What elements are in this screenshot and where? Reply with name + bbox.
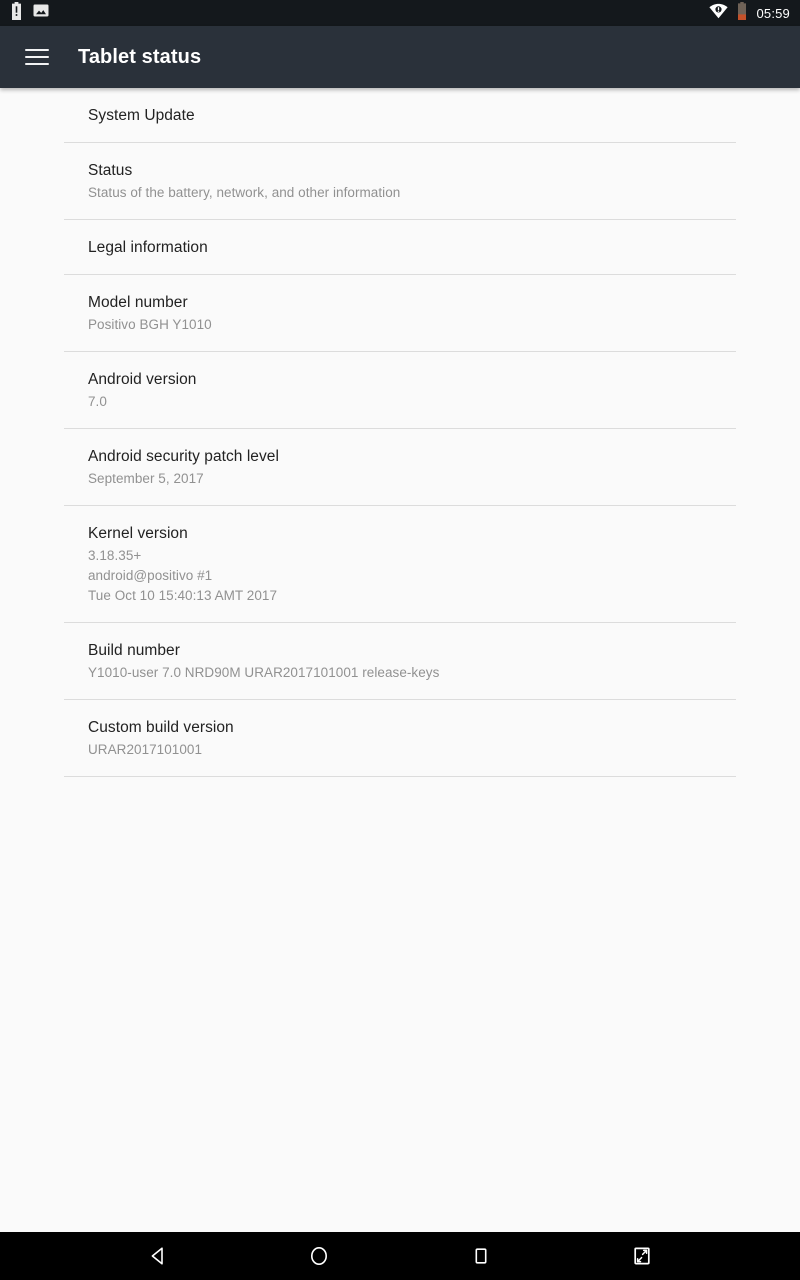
settings-row-subtitle-line: android@positivo #1 xyxy=(88,568,213,583)
back-button[interactable] xyxy=(130,1232,186,1280)
settings-row-subtitle-line: September 5, 2017 xyxy=(88,471,204,486)
settings-row-title: System Update xyxy=(88,107,195,124)
settings-row[interactable]: Legal information xyxy=(0,220,800,274)
settings-row[interactable]: System Update xyxy=(0,88,800,142)
status-bar-right-icons: 05:59 xyxy=(709,1,790,25)
settings-row-subtitle: 3.18.35+ android@positivo #1 Tue Oct 10 15… xyxy=(88,546,736,606)
settings-row[interactable]: Custom build version URAR2017101001 xyxy=(0,700,800,776)
wifi-no-internet-icon xyxy=(709,3,729,24)
tablet-screen: 05:59 Tablet status System Update Status S… xyxy=(0,0,800,1280)
settings-row[interactable]: Android security patch level September 5,… xyxy=(0,429,800,505)
back-triangle-icon xyxy=(151,1247,163,1265)
list-divider xyxy=(64,776,736,777)
settings-row-title: Custom build version xyxy=(88,719,234,736)
settings-row-subtitle-line: 7.0 xyxy=(88,394,107,409)
settings-row[interactable]: Build number Y1010-user 7.0 NRD90M URAR20… xyxy=(0,623,800,699)
settings-row-subtitle-line: Tue Oct 10 15:40:13 AMT 2017 xyxy=(88,588,278,603)
recents-button[interactable] xyxy=(453,1232,509,1280)
settings-row-subtitle: Status of the battery, network, and othe… xyxy=(88,183,736,203)
recents-square-icon xyxy=(475,1248,487,1264)
settings-row-title: Android security patch level xyxy=(88,448,279,465)
settings-row-subtitle: 7.0 xyxy=(88,392,736,412)
settings-row-title: Status xyxy=(88,162,133,179)
settings-row-subtitle-line: Y1010-user 7.0 NRD90M URAR2017101001 rel… xyxy=(88,665,440,680)
settings-row-title: Model number xyxy=(88,294,188,311)
status-bar-clock: 05:59 xyxy=(756,5,790,21)
system-navigation-bar xyxy=(0,1232,800,1280)
hamburger-menu-icon[interactable] xyxy=(14,34,60,80)
settings-row-subtitle-line: Positivo BGH Y1010 xyxy=(88,317,212,332)
settings-row-subtitle: Y1010-user 7.0 NRD90M URAR2017101001 rel… xyxy=(88,663,736,683)
screenshot-icon xyxy=(634,1247,650,1265)
settings-row[interactable]: Status Status of the battery, network, an… xyxy=(0,143,800,219)
settings-row[interactable]: Android version 7.0 xyxy=(0,352,800,428)
settings-row-subtitle: Positivo BGH Y1010 xyxy=(88,315,736,335)
battery-low-icon xyxy=(737,1,747,25)
settings-row-title: Android version xyxy=(88,371,197,388)
screenshot-notification-icon xyxy=(33,3,49,23)
battery-alert-icon xyxy=(10,1,23,25)
settings-list: System Update Status Status of the battery… xyxy=(0,88,800,777)
settings-row-title: Kernel version xyxy=(88,525,188,542)
hamburger-line xyxy=(25,63,49,65)
settings-row-subtitle-line: URAR2017101001 xyxy=(88,742,203,757)
hamburger-line xyxy=(25,49,49,51)
settings-scroll-area[interactable]: System Update Status Status of the battery… xyxy=(0,88,800,1232)
settings-row-subtitle: URAR2017101001 xyxy=(88,740,736,760)
home-circle-icon xyxy=(311,1247,328,1265)
settings-row[interactable]: Kernel version 3.18.35+ android@positivo #… xyxy=(0,506,800,622)
settings-row-title: Build number xyxy=(88,642,180,659)
settings-row-subtitle: September 5, 2017 xyxy=(88,469,736,489)
status-bar-left-icons xyxy=(10,1,49,25)
screenshot-button[interactable] xyxy=(614,1232,670,1280)
settings-row-subtitle-line: 3.18.35+ xyxy=(88,548,142,563)
settings-row-subtitle-line: Status of the battery, network, and othe… xyxy=(88,185,401,200)
page-title: Tablet status xyxy=(78,45,202,68)
hamburger-line xyxy=(25,56,49,58)
status-bar: 05:59 xyxy=(0,0,800,26)
app-bar: Tablet status xyxy=(0,26,800,88)
settings-row-title: Legal information xyxy=(88,239,208,256)
home-button[interactable] xyxy=(291,1232,347,1280)
settings-row[interactable]: Model number Positivo BGH Y1010 xyxy=(0,275,800,351)
